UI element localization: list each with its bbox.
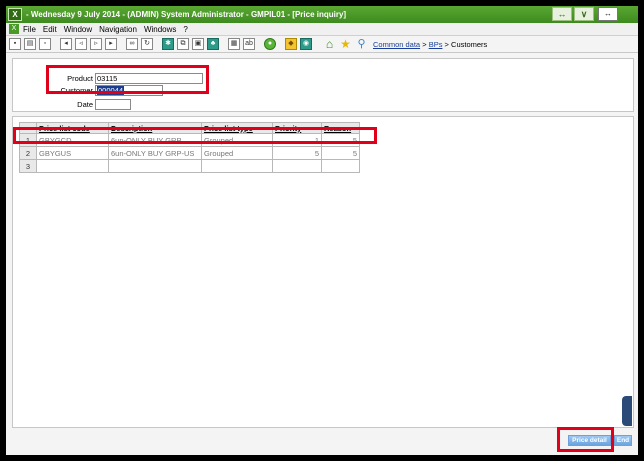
row-number: 2 [19, 146, 37, 160]
menu-windows[interactable]: Windows [144, 25, 176, 34]
cell-priority[interactable] [272, 159, 322, 173]
column-header-type[interactable]: Price list type [201, 122, 273, 134]
menu-window[interactable]: Window [64, 25, 92, 34]
customer-label: Customer [60, 86, 93, 95]
cell-type[interactable] [201, 159, 273, 173]
cell-description[interactable]: 6un-ONLY BUY GRP [108, 133, 202, 147]
product-field[interactable]: 03115 [95, 73, 203, 84]
price-list-table: Price list code Description Price list t… [19, 122, 360, 173]
row-number: 1 [19, 133, 37, 147]
print-icon[interactable]: ▤ [24, 38, 36, 50]
date-label: Date [77, 100, 93, 109]
menu-edit[interactable]: Edit [43, 25, 57, 34]
text-edit-icon[interactable]: ab [243, 38, 255, 50]
table-row[interactable]: 1 GBYGCD 6un-ONLY BUY GRP Grouped 1 5 [19, 133, 360, 147]
previous-record-icon[interactable]: ◃ [75, 38, 87, 50]
cell-code[interactable] [36, 159, 109, 173]
side-panel-tab[interactable] [622, 396, 632, 426]
cell-priority[interactable]: 5 [272, 146, 322, 160]
copy-icon[interactable]: ⧉ [177, 38, 189, 50]
cell-description[interactable]: 6un-ONLY BUY GRP-US [108, 146, 202, 160]
cell-reason[interactable] [321, 159, 360, 173]
last-record-icon[interactable]: ▸ [105, 38, 117, 50]
app-logo-icon: X [8, 8, 22, 21]
price-detail-button[interactable]: Price detail [568, 435, 611, 446]
eye-icon[interactable]: ◉ [300, 38, 312, 50]
column-header-description[interactable]: Description [108, 122, 202, 134]
chevron-down-icon[interactable]: ∨ [574, 7, 594, 21]
breadcrumb-separator: > [444, 39, 449, 49]
menu-file[interactable]: File [23, 25, 36, 34]
customer-field[interactable]: 000044 [95, 85, 163, 96]
table-header-row: Price list code Description Price list t… [19, 122, 360, 134]
column-header-code[interactable]: Price list code [36, 122, 109, 134]
menu-navigation[interactable]: Navigation [99, 25, 137, 34]
title-controls: ↔ ∨ [550, 7, 594, 22]
home-icon[interactable]: ⌂ [322, 37, 337, 51]
cell-description[interactable] [108, 159, 202, 173]
tree-icon[interactable]: ♣ [207, 38, 219, 50]
application-window: X - Wednesday 9 July 2014 - (ADMIN) Syst… [6, 6, 638, 455]
breadcrumb: Common data > BPs > Customers [373, 40, 487, 49]
cell-type[interactable]: Grouped [201, 146, 273, 160]
cell-reason[interactable]: 5 [321, 146, 360, 160]
selection-icon[interactable]: ✱ [162, 38, 174, 50]
breadcrumb-common-data[interactable]: Common data [373, 40, 420, 49]
calculator-icon[interactable]: ▦ [228, 38, 240, 50]
product-label: Product [67, 74, 93, 83]
globe-icon[interactable]: ● [264, 38, 276, 50]
first-record-icon[interactable]: ◂ [60, 38, 72, 50]
breadcrumb-bps[interactable]: BPs [429, 40, 443, 49]
row-number-header [19, 122, 37, 134]
preview-icon[interactable]: ▫ [39, 38, 51, 50]
date-field[interactable] [95, 99, 131, 110]
shield-icon[interactable]: ◆ [285, 38, 297, 50]
expand-arrows-icon[interactable]: ↔ [598, 7, 618, 21]
app-menu-icon[interactable]: X [9, 24, 19, 34]
column-header-reason[interactable]: Reason [321, 122, 360, 134]
price-list-grid-panel: Price list code Description Price list t… [12, 116, 634, 428]
inquiry-header-panel: Product 03115 Customer 000044 Date [12, 58, 634, 112]
customer-value: 000044 [97, 86, 125, 95]
breadcrumb-separator: > [422, 39, 427, 49]
cell-reason[interactable]: 5 [321, 133, 360, 147]
table-row[interactable]: 3 [19, 159, 360, 173]
save-icon[interactable]: ▪ [9, 38, 21, 50]
resize-icon[interactable]: ↔ [552, 7, 572, 21]
column-header-priority[interactable]: Priority [272, 122, 322, 134]
toolbar: ▪ ▤ ▫ ◂ ◃ ▹ ▸ ∞ ↻ ✱ ⧉ ▣ ♣ ▦ ab ● ◆ ◉ ⌂ ★… [6, 36, 638, 53]
end-button[interactable]: End [614, 435, 632, 446]
cell-code[interactable]: GBYGCD [36, 133, 109, 147]
paste-icon[interactable]: ▣ [192, 38, 204, 50]
link-icon[interactable]: ∞ [126, 38, 138, 50]
breadcrumb-customers: Customers [451, 39, 488, 49]
cell-code[interactable]: GBYGUS [36, 146, 109, 160]
menu-help[interactable]: ? [183, 25, 187, 34]
menu-bar: X File Edit Window Navigation Windows ? [6, 23, 638, 36]
table-row[interactable]: 2 GBYGUS 6un-ONLY BUY GRP-US Grouped 5 5 [19, 146, 360, 160]
title-bar: X - Wednesday 9 July 2014 - (ADMIN) Syst… [6, 6, 638, 23]
favorite-star-icon[interactable]: ★ [338, 37, 353, 51]
cell-priority[interactable]: 1 [272, 133, 322, 147]
pin-icon[interactable]: ⚲ [354, 37, 369, 51]
window-title: - Wednesday 9 July 2014 - (ADMIN) System… [26, 10, 347, 19]
cell-type[interactable]: Grouped [201, 133, 273, 147]
refresh-icon[interactable]: ↻ [141, 38, 153, 50]
next-record-icon[interactable]: ▹ [90, 38, 102, 50]
row-number: 3 [19, 159, 37, 173]
